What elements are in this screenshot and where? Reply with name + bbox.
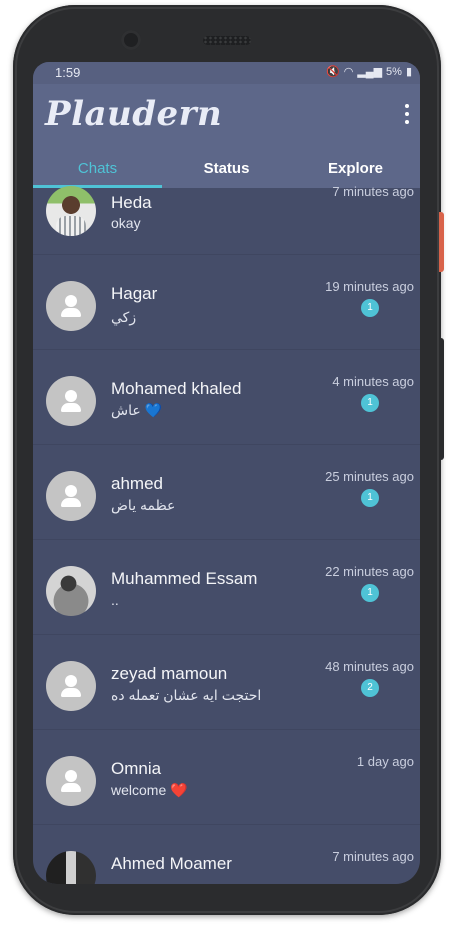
battery-text: 5% <box>386 66 402 78</box>
chat-row-mohamed-khaled[interactable]: Mohamed khaled عاش 💙 4 minutes ago 1 <box>33 350 420 445</box>
chat-last-message: welcome ❤️ <box>111 782 188 798</box>
avatar <box>46 566 96 616</box>
mute-icon: 🔇 <box>326 66 340 78</box>
unread-badge: 1 <box>361 489 379 507</box>
chat-time: 7 minutes ago <box>332 184 414 199</box>
avatar-placeholder-icon <box>46 471 96 521</box>
avatar-placeholder-icon <box>46 281 96 331</box>
chat-row-ahmed[interactable]: ahmed عظمه ياض 25 minutes ago 1 <box>33 445 420 540</box>
avatar-placeholder-icon <box>46 376 96 426</box>
chat-name: Ahmed Moamer <box>111 854 232 873</box>
avatar-placeholder-icon <box>46 756 96 806</box>
battery-icon: ▮ <box>405 66 412 78</box>
chat-list: Heda okay 7 minutes ago Hagar زكي 19 min… <box>33 184 420 884</box>
avatar-placeholder-icon <box>46 661 96 711</box>
more-options-icon[interactable] <box>404 104 410 124</box>
chat-last-message: okay <box>111 215 141 231</box>
chat-name: ahmed <box>111 474 163 493</box>
avatar <box>46 186 96 236</box>
chat-last-message: .. <box>111 592 119 608</box>
chat-time: 19 minutes ago <box>325 279 414 294</box>
chat-last-message: احتجت ايه عشان تعمله ده <box>111 687 262 703</box>
power-button <box>439 212 444 272</box>
unread-badge: 2 <box>361 679 379 697</box>
avatar <box>46 851 96 884</box>
earpiece-speaker <box>203 36 251 45</box>
chat-name: Hagar <box>111 284 158 303</box>
status-bar: 1:59 🔇 ◠ ▂▄▆ 5% ▮ <box>33 62 420 84</box>
chat-last-message: عظمه ياض <box>111 497 176 513</box>
chat-row-omnia[interactable]: Omnia welcome ❤️ 1 day ago <box>33 730 420 825</box>
chat-last-message: عاش 💙 <box>111 402 163 418</box>
tab-chats[interactable]: Chats <box>33 150 162 188</box>
wifi-icon: ◠ <box>343 66 354 78</box>
chat-row-hagar[interactable]: Hagar زكي 19 minutes ago 1 <box>33 255 420 350</box>
chat-name: Omnia <box>111 759 162 778</box>
chat-name: Heda <box>111 193 152 212</box>
unread-badge: 1 <box>361 584 379 602</box>
chat-name: Muhammed Essam <box>111 569 258 588</box>
chat-time: 48 minutes ago <box>325 659 414 674</box>
unread-badge: 1 <box>361 394 379 412</box>
chat-last-message: زكي <box>111 309 137 325</box>
app-title: Plaudern <box>45 94 223 134</box>
chat-name: Mohamed khaled <box>111 379 242 398</box>
app-bar: Plaudern Chats Status Explore <box>33 84 420 188</box>
tab-explore[interactable]: Explore <box>291 150 420 188</box>
volume-button <box>439 338 444 460</box>
app-screen: 1:59 🔇 ◠ ▂▄▆ 5% ▮ Plaudern Chats Status … <box>33 62 420 884</box>
chat-time: 22 minutes ago <box>325 564 414 579</box>
tab-status[interactable]: Status <box>162 150 291 188</box>
chat-name: zeyad mamoun <box>111 664 228 683</box>
front-camera <box>121 30 141 50</box>
tab-bar: Chats Status Explore <box>33 150 420 188</box>
chat-row-ahmed-moamer[interactable]: Ahmed Moamer 7 minutes ago <box>33 825 420 884</box>
chat-time: 25 minutes ago <box>325 469 414 484</box>
signal-icon: ▂▄▆ <box>357 66 383 78</box>
chat-row-zeyad-mamoun[interactable]: zeyad mamoun احتجت ايه عشان تعمله ده 48 … <box>33 635 420 730</box>
chat-time: 1 day ago <box>356 754 414 769</box>
chat-time: 4 minutes ago <box>332 374 414 389</box>
chat-row-muhammed-essam[interactable]: Muhammed Essam .. 22 minutes ago 1 <box>33 540 420 635</box>
status-icons: 🔇 ◠ ▂▄▆ 5% ▮ <box>326 65 412 79</box>
chat-time: 7 minutes ago <box>332 849 414 864</box>
status-time: 1:59 <box>55 65 81 80</box>
chat-row-heda[interactable]: Heda okay 7 minutes ago <box>33 184 420 255</box>
unread-badge: 1 <box>361 299 379 317</box>
